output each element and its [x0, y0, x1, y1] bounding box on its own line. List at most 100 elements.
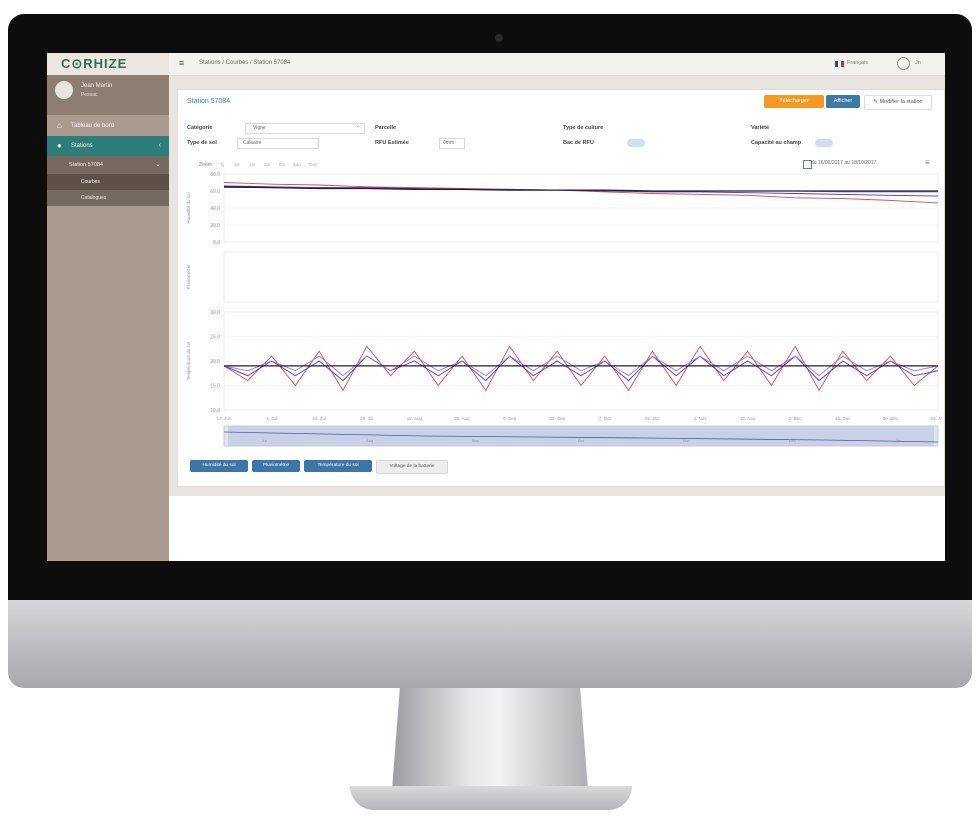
- monitor-chin: [8, 600, 972, 688]
- zoom-1an[interactable]: 1an: [291, 161, 303, 169]
- user-name: Jean Martin: [81, 83, 113, 89]
- sidebar-item-stations[interactable]: ● Stations ‹: [47, 136, 169, 156]
- sidebar-item-label: Station 57084: [69, 162, 103, 168]
- y-tick-label: 20.0: [210, 359, 220, 365]
- zoom-1j[interactable]: 1j: [216, 161, 228, 169]
- x-tick-label: 18. Nov: [740, 416, 756, 421]
- breadcrumb: Stations / Courbes / Station 57084: [199, 60, 291, 66]
- parcelle-label: Parcelle: [375, 125, 397, 131]
- y-tick-label: 25.0: [210, 335, 220, 341]
- y-tick-label: 80.0: [210, 172, 220, 178]
- chevron-down-icon: ⌄: [155, 161, 161, 168]
- x-tick-label: 26. Aug: [454, 416, 470, 421]
- x-tick-label: 12. Aug: [407, 416, 423, 421]
- x-tick-label: 9. Sep: [503, 416, 517, 421]
- x-tick-label: 23. Sep: [549, 416, 565, 421]
- monitor-stand-neck: [392, 688, 588, 790]
- rfu-value: 0mm: [443, 140, 455, 146]
- chevron-down-icon: ⌄: [355, 123, 361, 129]
- date-range-picker[interactable]: du 16/06/2017 au 18/10/2017: [811, 160, 876, 166]
- display-button[interactable]: Afficher: [826, 95, 860, 108]
- navigator-label: Nov: [683, 438, 690, 443]
- navigator-label: Sep: [472, 438, 480, 443]
- y-tick-label: 0.0: [213, 240, 220, 246]
- y-tick-label: 10.0: [210, 408, 220, 414]
- x-tick-label: 2. Dec: [789, 416, 803, 421]
- home-icon: ⌂: [57, 121, 62, 130]
- voltage-button[interactable]: Voltage de la batterie: [376, 460, 448, 474]
- user-role: Pessac: [81, 92, 98, 98]
- zoom-1s[interactable]: 1s: [231, 161, 243, 169]
- x-tick-label: 13. Jan: [931, 416, 942, 421]
- plot-area: [223, 251, 939, 303]
- y-tick-label: 20.0: [210, 223, 220, 229]
- zoom-bar: Zoom 1j 1s 1m 3m 6m 1an Tout: [199, 161, 318, 169]
- x-tick-label: 17. Jun: [217, 416, 232, 421]
- sidebar-item-courbes[interactable]: Courbes: [47, 174, 169, 190]
- capacite-toggle[interactable]: [815, 139, 833, 147]
- x-tick-label: 30. Dec: [883, 416, 899, 421]
- sidebar-item-station[interactable]: Station 57084 ⌄: [47, 156, 169, 174]
- sidebar-item-label: Tableau de bord: [71, 123, 115, 129]
- page-title: Station 57084: [187, 98, 231, 105]
- x-tick-label: 16. Dec: [835, 416, 851, 421]
- y-tick-label: 40.0: [210, 206, 220, 212]
- zoom-1m[interactable]: 1m: [246, 161, 258, 169]
- navigator-selection: [228, 426, 934, 446]
- sidebar-item-label: Catalogues: [81, 195, 107, 201]
- y-tick-label: 60.0: [210, 189, 220, 195]
- app-screen: C⊙RHIZE Jean Martin Pessac ⌂ Tableau de …: [47, 53, 945, 561]
- avatar[interactable]: [55, 81, 73, 99]
- sidebar-item-dashboard[interactable]: ⌂ Tableau de bord: [47, 116, 169, 136]
- brand-logo[interactable]: C⊙RHIZE: [61, 56, 127, 72]
- x-tick-label: 15. Jul: [313, 416, 326, 421]
- x-tick-label: 4. Nov: [693, 416, 707, 421]
- sidebar-item-label: Stations: [71, 143, 93, 149]
- sidebar: C⊙RHIZE Jean Martin Pessac ⌂ Tableau de …: [47, 53, 169, 561]
- monitor-stand-foot: [350, 786, 632, 810]
- zoom-6m[interactable]: 6m: [276, 161, 288, 169]
- y-axis-label: Pluviométrie: [186, 264, 191, 289]
- logo-area: C⊙RHIZE: [47, 53, 169, 75]
- navigator-label: Oct: [578, 438, 585, 443]
- bac-rfu-toggle[interactable]: [627, 139, 645, 147]
- zoom-label: Zoom: [199, 162, 212, 168]
- bac-rfu-label: Bac de RFU: [563, 140, 594, 146]
- y-tick-label: 15.0: [210, 384, 220, 390]
- x-tick-label: 21. Oct: [645, 416, 660, 421]
- type-sol-value: Calcaire: [243, 140, 262, 146]
- x-tick-label: 1. Jul: [266, 416, 277, 421]
- camera-dot: [495, 34, 503, 42]
- user-icon[interactable]: [897, 57, 910, 70]
- edit-station-button[interactable]: ✎ Modifier la station: [864, 95, 932, 110]
- type-sol-label: Type de sol: [187, 140, 217, 146]
- x-tick-label: 29. Jul: [360, 416, 373, 421]
- zoom-3m[interactable]: 3m: [261, 161, 273, 169]
- pluviometrie-button[interactable]: Pluviométrie: [252, 460, 300, 472]
- humidite-button[interactable]: Humidité du sol: [190, 460, 248, 472]
- chart-menu-icon[interactable]: ≡: [925, 158, 930, 167]
- x-tick-label: 7. Oct: [599, 416, 612, 421]
- sensor-chart[interactable]: 80.0 60.0 40.0 20.0 0.0 Humidité du sol Pluvio…: [182, 170, 942, 450]
- language-selector[interactable]: Français: [847, 60, 868, 66]
- flag-icon[interactable]: [835, 61, 844, 67]
- user-menu[interactable]: Jn: [915, 60, 921, 66]
- y-tick-label: 30.0: [210, 310, 220, 316]
- temperature-button[interactable]: Température du sol: [304, 460, 372, 472]
- user-panel: Jean Martin Pessac: [47, 75, 169, 115]
- page-footer-area: [169, 496, 945, 561]
- pin-icon: ●: [57, 141, 62, 150]
- sidebar-item-catalogues[interactable]: Catalogues: [47, 190, 169, 206]
- y-axis-label: Humidité du sol: [186, 192, 191, 223]
- hamburger-icon[interactable]: ≡: [179, 58, 184, 68]
- categorie-label: Catégorie: [187, 125, 213, 131]
- navigator-label: Jan: [895, 438, 901, 443]
- chevron-left-icon: ‹: [158, 142, 161, 149]
- download-button[interactable]: Télécharger: [764, 95, 824, 108]
- categorie-value: Vigne: [253, 125, 266, 131]
- sidebar-item-label: Courbes: [81, 179, 100, 185]
- top-bar: ≡ Stations / Courbes / Station 57084 Fra…: [169, 53, 945, 76]
- y-axis-label: Température du sol: [186, 342, 191, 381]
- type-culture-label: Type de culture: [563, 125, 604, 131]
- zoom-tout[interactable]: Tout: [306, 161, 318, 169]
